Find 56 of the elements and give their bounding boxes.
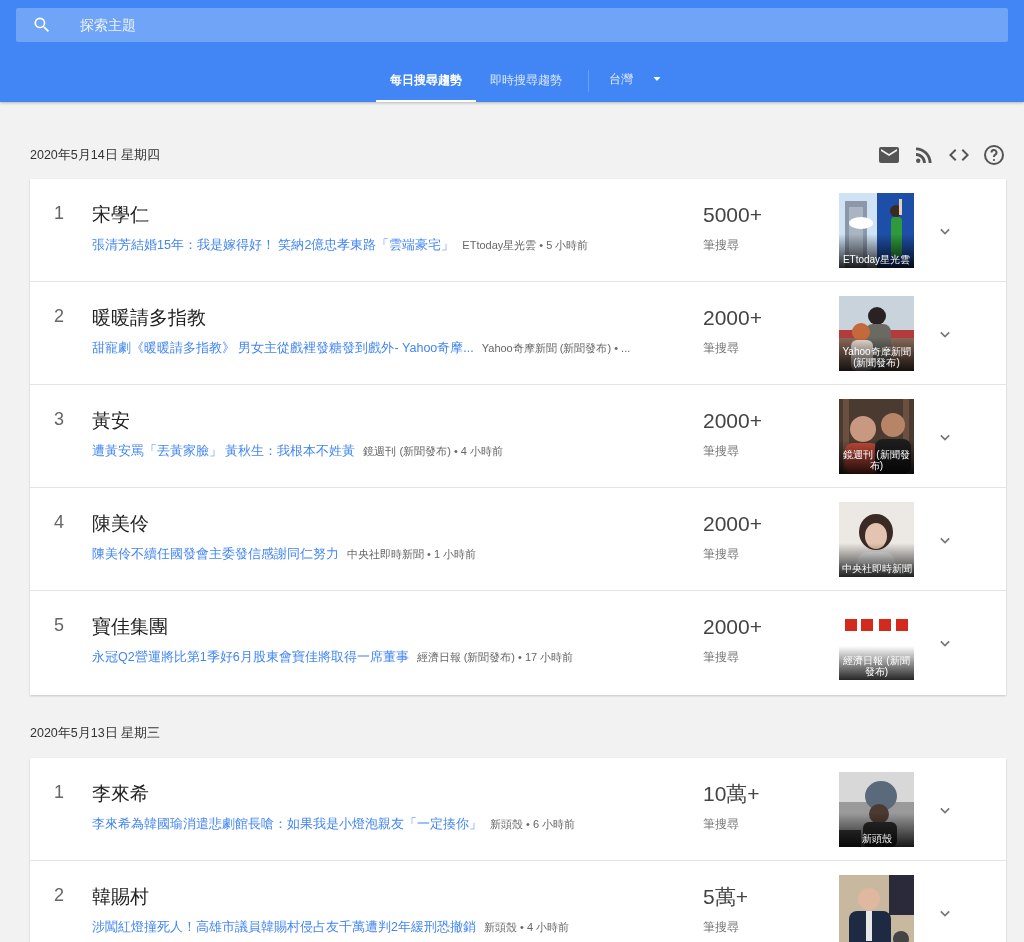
article-source: 新頭殼 • 6 小時前 bbox=[490, 818, 576, 830]
trend-title[interactable]: 暖暖請多指教 bbox=[92, 304, 703, 332]
article-link[interactable]: 張清芳結婚15年：我是嫁得好！ 笑納2億忠孝東路「雲端豪宅」 bbox=[92, 238, 455, 252]
image-caption: 經濟日報 (新聞發布) bbox=[842, 655, 911, 677]
tab[interactable]: 即時搜尋趨勢 bbox=[475, 60, 576, 102]
article-source: 經濟日報 (新聞發布) • 17 小時前 bbox=[416, 651, 574, 663]
article-link[interactable]: 涉闖紅燈撞死人！高雄市議員韓賜村侵占友千萬遭判2年緩刑恐撤銷 bbox=[92, 920, 476, 934]
article-source: 鏡週刊 (新聞發布) • 4 小時前 bbox=[363, 445, 503, 457]
image-caption: 中央社即時新聞 bbox=[841, 563, 912, 574]
article-source: 新頭殼 • 4 小時前 bbox=[483, 921, 570, 933]
date-heading: 2020年5月14日 星期四 bbox=[30, 146, 161, 164]
search-field[interactable]: 探索主題 bbox=[16, 8, 1008, 42]
search-count: 2000+ bbox=[703, 511, 763, 537]
article-source: ETtoday星光雲 • 5 小時前 bbox=[462, 239, 589, 251]
region-dropdown[interactable]: 台灣 bbox=[598, 67, 669, 91]
search-count-label: 筆搜尋 bbox=[703, 816, 740, 833]
search-count-label: 筆搜尋 bbox=[703, 443, 740, 460]
search-count: 5000+ bbox=[703, 202, 763, 228]
rank-number: 4 bbox=[53, 511, 65, 533]
rank-number: 2 bbox=[53, 884, 65, 906]
help-icon[interactable] bbox=[982, 143, 1006, 167]
trend-title[interactable]: 寶佳集團 bbox=[92, 613, 703, 641]
article-link[interactable]: 李來希為韓國瑜消遣悲劇館長嗆：如果我是小燈泡親友「一定揍你」 bbox=[92, 817, 482, 831]
article-link[interactable]: 永冠Q2營運將比第1季好6月股東會寶佳將取得一席董事 bbox=[92, 650, 409, 664]
article-source: 中央社即時新聞 • 1 小時前 bbox=[347, 548, 477, 560]
rank-number: 1 bbox=[53, 202, 65, 224]
tab[interactable]: 每日搜尋趨勢 bbox=[375, 60, 476, 102]
image-caption: ETtoday星光雲 bbox=[841, 254, 912, 265]
article-link[interactable]: 遭黃安罵「丟黃家臉」 黃秋生：我根本不姓黃 bbox=[92, 444, 356, 458]
rank-number: 1 bbox=[53, 781, 65, 803]
search-count: 5萬+ bbox=[703, 884, 749, 910]
search-count-label: 筆搜尋 bbox=[703, 546, 740, 563]
search-count: 2000+ bbox=[703, 614, 763, 640]
image-caption: 鏡週刊 (新聞發布) bbox=[842, 449, 911, 471]
date-heading: 2020年5月13日 星期三 bbox=[30, 724, 161, 742]
search-count: 2000+ bbox=[703, 305, 763, 331]
trend-title[interactable]: 陳美伶 bbox=[92, 510, 703, 538]
trend-title[interactable]: 李來希 bbox=[92, 780, 703, 808]
article-source: Yahoo奇摩新聞 (新聞發布) • ... bbox=[481, 342, 631, 354]
search-count-label: 筆搜尋 bbox=[703, 237, 740, 254]
rank-number: 5 bbox=[53, 614, 65, 636]
trend-title[interactable]: 黃安 bbox=[92, 407, 703, 435]
image-caption: Yahoo奇摩新聞 (新聞發布) bbox=[841, 346, 912, 368]
search-input[interactable]: 探索主題 bbox=[78, 16, 1008, 34]
search-count-label: 筆搜尋 bbox=[703, 340, 740, 357]
rank-number: 3 bbox=[53, 408, 65, 430]
trend-title[interactable]: 韓賜村 bbox=[92, 883, 703, 911]
search-count: 10萬+ bbox=[703, 781, 761, 807]
article-link[interactable]: 陳美伶不續任國發會主委發信感謝同仁努力 bbox=[92, 547, 339, 561]
rank-number: 2 bbox=[53, 305, 65, 327]
search-count-label: 筆搜尋 bbox=[703, 649, 740, 666]
image-caption: 新頭殼 bbox=[860, 833, 893, 844]
search-count: 2000+ bbox=[703, 408, 763, 434]
search-count-label: 筆搜尋 bbox=[703, 919, 740, 936]
article-link[interactable]: 甜寵劇《暖暖請多指教》 男女主從戲裡發糖發到戲外- Yahoo奇摩... bbox=[92, 341, 474, 355]
trend-title[interactable]: 宋學仁 bbox=[92, 201, 703, 229]
